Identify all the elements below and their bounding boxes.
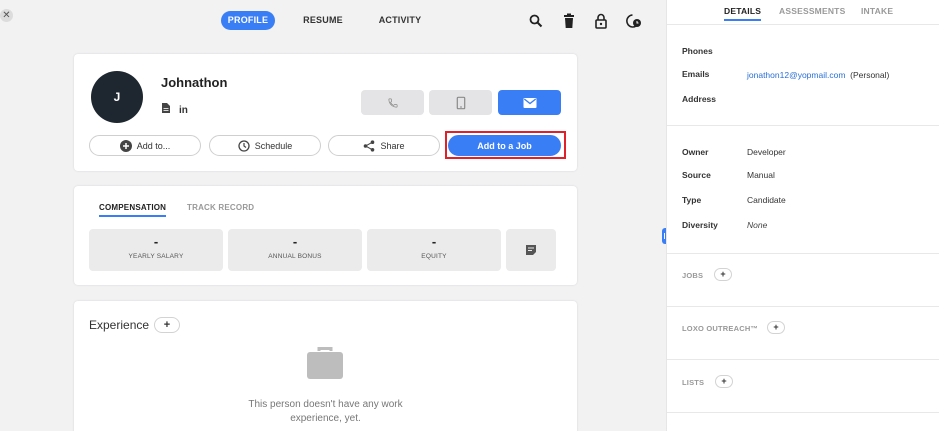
tab-resume[interactable]: RESUME <box>296 11 350 30</box>
candidate-name: Johnathon <box>161 75 228 90</box>
lists-section-label: LISTS <box>682 378 705 387</box>
experience-card: Experience + This person doesn't have an… <box>74 301 577 431</box>
add-list-button[interactable]: + <box>715 375 733 388</box>
contact-divider <box>667 125 939 126</box>
owner-label: Owner <box>682 147 709 157</box>
mail-icon <box>523 97 536 108</box>
email-value: jonathon12@yopmail.com (Personal) <box>747 70 889 80</box>
search-icon[interactable] <box>529 13 543 29</box>
tab-intake[interactable]: INTAKE <box>861 6 893 16</box>
tabs-divider <box>667 24 939 25</box>
experience-title: Experience <box>89 318 150 332</box>
diversity-label: Diversity <box>682 220 718 230</box>
add-experience-button[interactable]: + <box>154 317 180 333</box>
source-label: Source <box>682 170 711 180</box>
annual-bonus-value: - <box>292 234 298 249</box>
empty-line-1: This person doesn't have any work <box>248 399 403 410</box>
linkedin-icon[interactable]: in <box>179 105 188 116</box>
share-label: Share <box>380 140 405 151</box>
trash-icon[interactable] <box>562 13 576 29</box>
yearly-salary-value: - <box>153 234 159 249</box>
email-button[interactable] <box>498 90 561 115</box>
tab-compensation[interactable]: COMPENSATION <box>99 203 167 217</box>
share-icon <box>364 139 375 152</box>
details-panel: DETAILS ASSESSMENTS INTAKE Phones Emails… <box>666 0 939 431</box>
yearly-salary-box: - YEARLY SALARY <box>89 229 223 271</box>
plus-circle-icon <box>119 139 132 152</box>
mobile-icon <box>456 96 465 109</box>
tab-details[interactable]: DETAILS <box>724 6 762 21</box>
jobs-divider <box>667 306 939 307</box>
emails-label: Emails <box>682 69 710 79</box>
schedule-button[interactable]: Schedule <box>209 135 321 156</box>
share-button[interactable]: Share <box>328 135 440 156</box>
clock-icon[interactable] <box>626 13 642 29</box>
add-to-button[interactable]: Add to... <box>89 135 201 156</box>
tab-track-record[interactable]: TRACK RECORD <box>187 203 254 212</box>
note-icon <box>526 245 536 255</box>
outreach-divider <box>667 359 939 360</box>
empty-line-2: experience, yet. <box>290 413 361 424</box>
mobile-button[interactable] <box>429 90 492 115</box>
phone-button[interactable] <box>361 90 424 115</box>
compensation-card: COMPENSATION TRACK RECORD - YEARLY SALAR… <box>74 186 577 285</box>
type-value: Candidate <box>747 195 786 205</box>
equity-box: - EQUITY <box>367 229 501 271</box>
owner-value: Developer <box>747 147 786 157</box>
add-outreach-button[interactable]: + <box>767 321 785 334</box>
tab-assessments[interactable]: ASSESSMENTS <box>779 6 845 16</box>
schedule-label: Schedule <box>254 140 293 151</box>
yearly-salary-label: YEARLY SALARY <box>128 253 184 260</box>
email-type: (Personal) <box>850 70 890 80</box>
lock-icon[interactable] <box>594 13 608 29</box>
address-label: Address <box>682 94 717 104</box>
annual-bonus-box: - ANNUAL BONUS <box>228 229 362 271</box>
phone-icon <box>388 98 397 107</box>
jobs-section-label: JOBS <box>682 271 704 280</box>
add-job-button[interactable]: + <box>714 268 732 281</box>
highlight-box <box>445 131 566 159</box>
equity-value: - <box>431 234 437 249</box>
equity-label: EQUITY <box>421 253 447 260</box>
outreach-section-label: LOXO OUTREACH™ <box>682 324 759 333</box>
email-link[interactable]: jonathon12@yopmail.com <box>747 70 845 80</box>
add-to-label: Add to... <box>136 140 171 151</box>
tab-profile[interactable]: PROFILE <box>221 11 275 30</box>
type-label: Type <box>682 195 702 205</box>
experience-empty-state: This person doesn't have any work experi… <box>74 398 577 426</box>
meta-divider <box>667 253 939 254</box>
document-icon[interactable] <box>162 103 170 113</box>
tab-activity[interactable]: ACTIVITY <box>372 11 428 30</box>
briefcase-icon <box>307 347 343 379</box>
annual-bonus-label: ANNUAL BONUS <box>268 253 322 260</box>
source-value: Manual <box>747 170 775 180</box>
lists-divider <box>667 412 939 413</box>
top-nav: PROFILE RESUME ACTIVITY <box>0 11 666 31</box>
phones-label: Phones <box>682 46 713 56</box>
avatar: J <box>91 71 143 123</box>
schedule-icon <box>238 139 250 152</box>
profile-card: J Johnathon in Add to... Schedule Share … <box>74 54 577 171</box>
notes-button[interactable] <box>506 229 556 271</box>
diversity-value: None <box>747 220 768 230</box>
